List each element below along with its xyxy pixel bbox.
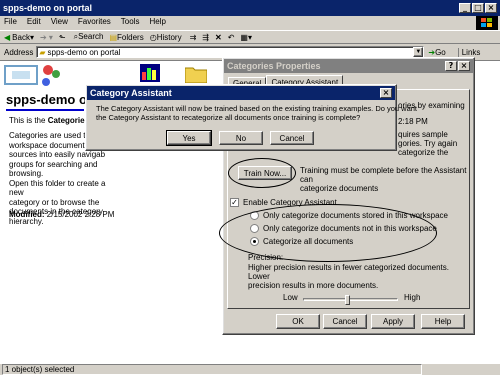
properties-cancel-button[interactable]: Cancel xyxy=(323,314,367,329)
properties-close-button[interactable]: × xyxy=(458,61,470,71)
slider-thumb[interactable] xyxy=(345,295,350,305)
heading-underline xyxy=(6,109,84,111)
windows-logo-icon xyxy=(476,16,498,30)
history-icon: ◴ xyxy=(149,32,157,42)
assistant-title: Category Assistant xyxy=(90,88,172,98)
checkbox-checked-icon: ✓ xyxy=(230,198,239,207)
precision-slider[interactable] xyxy=(303,295,398,305)
maximize-button[interactable]: □ xyxy=(472,3,484,13)
properties-help-text-button[interactable]: Help xyxy=(421,314,465,329)
no-button[interactable]: No xyxy=(219,131,263,145)
folder-small-icon: ▰ xyxy=(39,47,46,57)
assistant-text-2: quires sample gories. Try again categori… xyxy=(398,130,458,157)
train-note: Training must be complete before the Ass… xyxy=(300,166,467,193)
history-button[interactable]: ◴History xyxy=(150,33,182,42)
modified-info: Modified: 2/15/2002 2:28 PM xyxy=(9,210,115,219)
slider-track xyxy=(303,298,398,301)
search-button[interactable]: ⌕Search xyxy=(74,32,104,42)
yes-button[interactable]: Yes xyxy=(166,130,212,146)
copy-to-icon[interactable]: ⇶ xyxy=(202,33,209,42)
colorful-bars-icon xyxy=(140,64,160,82)
category-assistant-dialog: Category Assistant × The Category Assist… xyxy=(85,84,417,151)
menu-edit[interactable]: Edit xyxy=(27,17,41,29)
menu-tools[interactable]: Tools xyxy=(121,17,140,29)
high-label: High xyxy=(404,293,421,302)
undo-icon[interactable]: ↶ xyxy=(228,33,235,42)
assistant-message: The Category Assistant will now be train… xyxy=(96,104,418,122)
precision-note: Higher precision results in fewer catego… xyxy=(248,263,449,290)
portal-banner-icon xyxy=(4,62,62,88)
options-highlight-ellipse xyxy=(219,204,437,262)
folders-icon: ▤ xyxy=(109,32,118,42)
ok-button[interactable]: OK xyxy=(276,314,320,329)
back-arrow-icon: ◀ xyxy=(4,32,11,42)
views-icon[interactable]: ▦▾ xyxy=(240,33,252,42)
menu-file[interactable]: File xyxy=(4,17,17,29)
go-arrow-icon: ➔ xyxy=(428,47,436,57)
address-label: Address xyxy=(4,47,34,57)
folder-icon xyxy=(184,65,208,84)
apply-button[interactable]: Apply xyxy=(371,314,415,329)
menu-view[interactable]: View xyxy=(51,17,68,29)
status-bar: 1 object(s) selected xyxy=(0,363,500,375)
status-text: 1 object(s) selected xyxy=(2,364,422,375)
forward-button[interactable]: ➔ ▾ xyxy=(40,33,53,42)
back-button[interactable]: ◀ Back ▾ xyxy=(4,33,34,42)
menu-favorites[interactable]: Favorites xyxy=(78,17,111,29)
address-dropdown-button[interactable]: ▼ xyxy=(413,47,424,57)
low-label: Low xyxy=(283,293,298,302)
move-to-icon[interactable]: ⇉ xyxy=(190,33,197,42)
minimize-button[interactable]: _ xyxy=(459,3,471,13)
toolbar: ◀ Back ▾ ➔ ▾ ⬑ ⌕Search ▤Folders ◴History … xyxy=(0,30,500,44)
window-title: spps-demo on portal xyxy=(3,3,93,13)
go-button[interactable]: ➔ Go xyxy=(428,48,445,57)
folders-button[interactable]: ▤Folders xyxy=(109,33,143,42)
close-button[interactable]: × xyxy=(485,3,497,13)
properties-title: Categories Properties xyxy=(227,61,321,71)
properties-title-bar: Categories Properties ? × xyxy=(224,59,473,73)
properties-help-button[interactable]: ? xyxy=(445,61,457,71)
delete-icon[interactable]: ✕ xyxy=(215,33,222,42)
train-now-highlight-ellipse xyxy=(228,158,296,188)
window-title-bar: spps-demo on portal _ □ × xyxy=(0,0,500,16)
page-heading: spps-demo on xyxy=(6,92,95,107)
assistant-close-button[interactable]: × xyxy=(380,88,392,98)
menu-help[interactable]: Help xyxy=(149,17,165,29)
links-button[interactable]: Links xyxy=(457,47,480,57)
up-folder-icon[interactable]: ⬑ xyxy=(59,33,66,42)
menu-bar: File Edit View Favorites Tools Help xyxy=(4,17,176,29)
assistant-cancel-button[interactable]: Cancel xyxy=(270,131,314,145)
assistant-title-bar: Category Assistant × xyxy=(87,86,395,100)
